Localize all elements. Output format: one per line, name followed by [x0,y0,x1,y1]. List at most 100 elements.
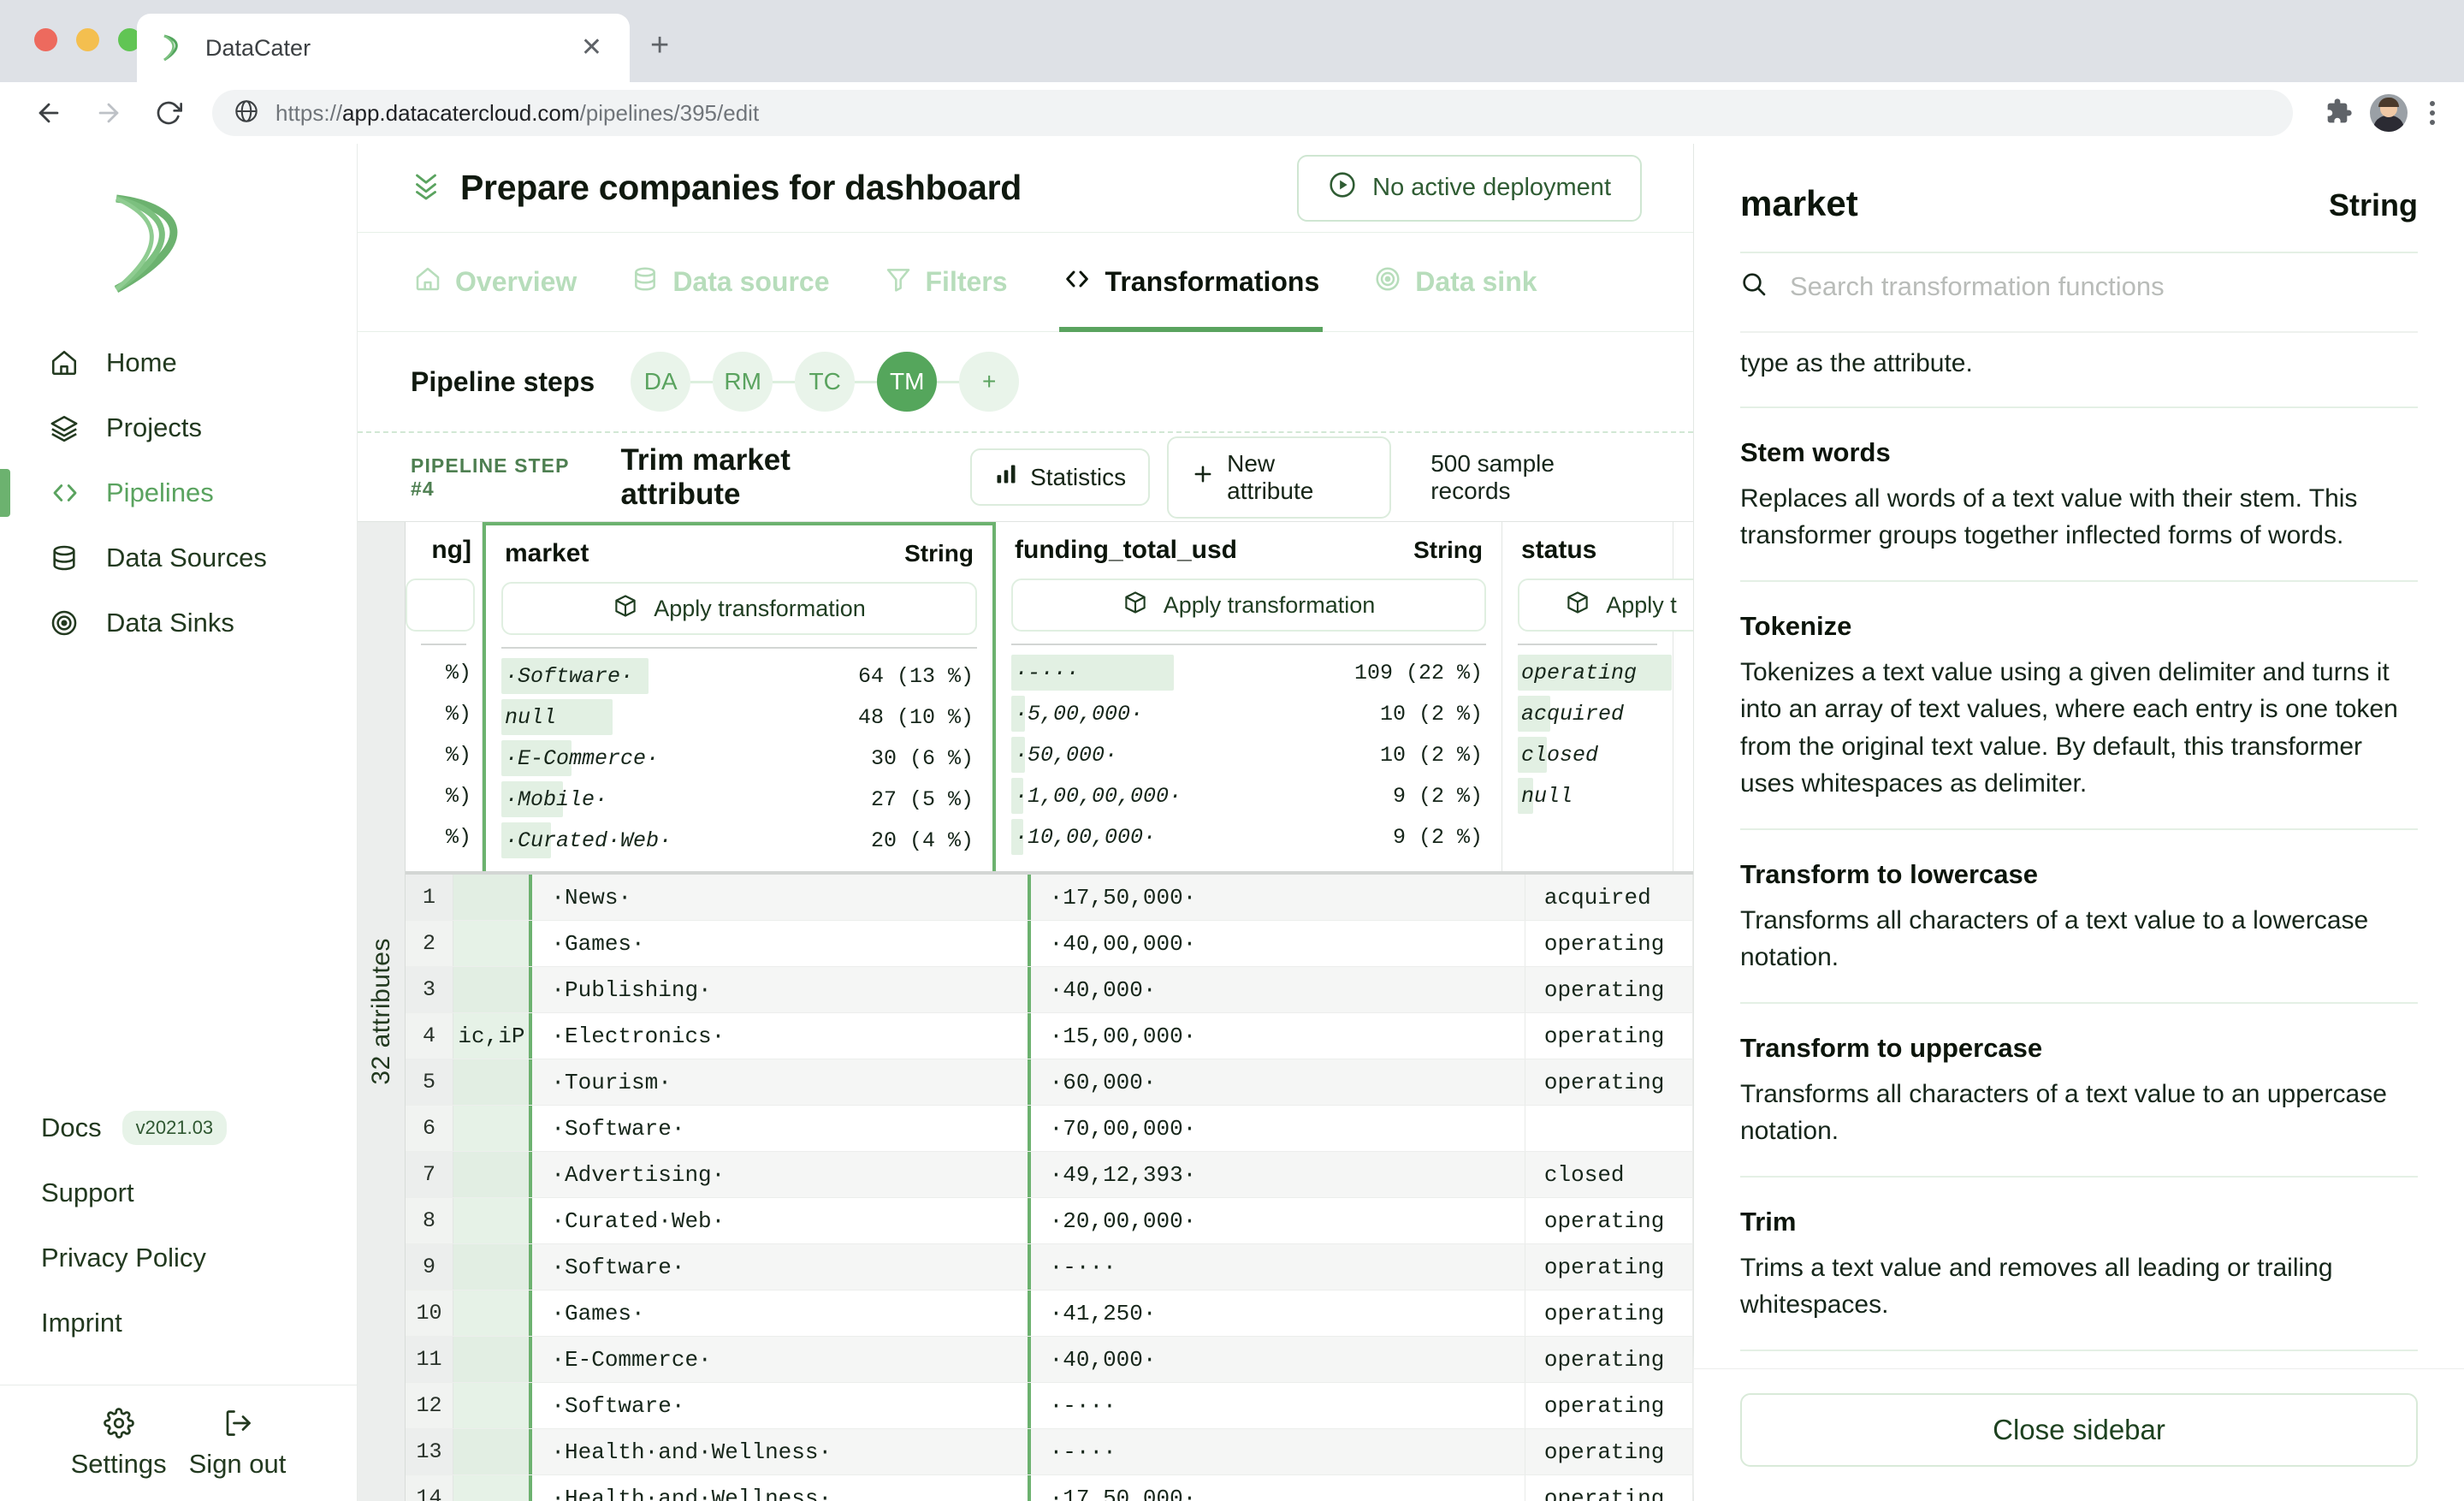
grid-column-market[interactable]: market String Apply transformation ·Soft… [483,522,996,871]
apply-transformation-button[interactable]: Apply transformation [501,582,977,635]
close-icon[interactable]: ✕ [576,35,607,61]
cell-market[interactable]: ·Software· [529,1383,1031,1428]
sidebar-item-privacy-policy[interactable]: Privacy Policy [0,1225,357,1290]
cell-status[interactable]: operating [1525,1337,1693,1382]
cell-status[interactable]: operating [1525,921,1693,966]
cell-previous-column[interactable] [453,1290,530,1336]
apply-transformation-button[interactable] [406,578,475,632]
pipeline-step-tc[interactable]: TC [795,352,856,412]
pipeline-step-tm[interactable]: TM [877,352,938,412]
cell-previous-column[interactable] [453,1429,530,1474]
cell-previous-column[interactable] [453,1475,530,1501]
cell-previous-column[interactable] [453,1198,530,1243]
table-row[interactable]: 2 ·Games· ·40,00,000· operating [406,921,1693,967]
pipeline-step-rm[interactable]: RM [713,352,773,412]
cell-status[interactable]: operating [1525,1383,1693,1428]
table-row[interactable]: 8 ·Curated·Web· ·20,00,000· operating [406,1198,1693,1244]
cell-previous-column[interactable]: ic,iP [453,1013,530,1059]
search-transformations-row[interactable]: Search transformation functions [1740,252,2418,333]
cell-previous-column[interactable] [453,875,530,920]
table-row[interactable]: 4 ic,iP ·Electronics· ·15,00,000· operating [406,1013,1693,1059]
cell-market[interactable]: ·Electronics· [529,1013,1031,1059]
cell-status[interactable] [1525,1106,1693,1151]
cell-market[interactable]: ·Publishing· [529,967,1031,1012]
sidebar-item-home[interactable]: Home [0,330,357,395]
cell-status[interactable]: acquired [1525,875,1693,920]
transformation-function-transform-to-lowercase[interactable]: Transform to lowercase Transforms all ch… [1740,828,2418,1002]
grid-scroll-area[interactable]: ng] %) %) %) %) %) market String Apply t… [406,522,1693,1501]
cell-funding-total-usd[interactable]: ·40,000· [1031,967,1525,1012]
cell-status[interactable]: operating [1525,1429,1693,1474]
table-row[interactable]: 3 ·Publishing· ·40,000· operating [406,967,1693,1013]
cell-market[interactable]: ·Health·and·Wellness· [529,1475,1031,1501]
sidebar-item-imprint[interactable]: Imprint [0,1290,357,1356]
cell-funding-total-usd[interactable]: ·41,250· [1031,1290,1525,1336]
arrow-right-icon[interactable] [86,90,132,136]
table-row[interactable]: 12 ·Software· ·-··· operating [406,1383,1693,1429]
statistics-button[interactable]: Statistics [970,448,1151,506]
cell-market[interactable]: ·Advertising· [529,1152,1031,1197]
cell-previous-column[interactable] [453,1383,530,1428]
transformation-function-transform-to-uppercase[interactable]: Transform to uppercase Transforms all ch… [1740,1001,2418,1176]
grid-column-status[interactable]: status Apply t operating acquired closed… [1502,522,1693,871]
puzzle-piece-icon[interactable] [2325,98,2353,129]
cell-market[interactable]: ·Curated·Web· [529,1198,1031,1243]
add-step-button[interactable]: + [959,352,1020,412]
sidebar-item-projects[interactable]: Projects [0,395,357,460]
cell-funding-total-usd[interactable]: ·-··· [1031,1244,1525,1290]
table-row[interactable]: 6 ·Software· ·70,00,000· [406,1106,1693,1152]
browser-tab[interactable]: DataCater ✕ [137,14,630,82]
table-row[interactable]: 7 ·Advertising· ·49,12,393· closed [406,1152,1693,1198]
apply-transformation-button[interactable]: Apply t [1518,578,1693,632]
apply-transformation-button[interactable]: Apply transformation [1011,578,1486,632]
transformation-function-tokenize[interactable]: Tokenize Tokenizes a text value using a … [1740,579,2418,828]
cell-funding-total-usd[interactable]: ·49,12,393· [1031,1152,1525,1197]
table-row[interactable]: 9 ·Software· ·-··· operating [406,1244,1693,1290]
transformation-function-stem-words[interactable]: Stem words Replaces all words of a text … [1740,406,2418,580]
cell-funding-total-usd[interactable]: ·40,000· [1031,1337,1525,1382]
cell-status[interactable]: operating [1525,1244,1693,1290]
cell-funding-total-usd[interactable]: ·70,00,000· [1031,1106,1525,1151]
cell-previous-column[interactable] [453,967,530,1012]
reload-icon[interactable] [145,90,192,136]
table-row[interactable]: 14 ·Health·and·Wellness· ·17,50,000· operat… [406,1475,1693,1501]
transformation-function-list[interactable]: type as the attribute. Stem words Replac… [1694,333,2464,1368]
grid-column-funding-total-usd[interactable]: funding_total_usd String Apply transform… [996,522,1502,871]
cell-status[interactable]: operating [1525,1290,1693,1336]
cell-funding-total-usd[interactable]: ·-··· [1031,1383,1525,1428]
minimize-window-button[interactable] [76,28,99,51]
sidebar-item-pipelines[interactable]: Pipelines [0,460,357,525]
sidebar-item-data-sinks[interactable]: Data Sinks [0,590,357,656]
cell-funding-total-usd[interactable]: ·40,00,000· [1031,921,1525,966]
cell-funding-total-usd[interactable]: ·15,00,000· [1031,1013,1525,1059]
cell-market[interactable]: ·News· [529,875,1031,920]
sidebar-item-support[interactable]: Support [0,1160,357,1225]
cell-funding-total-usd[interactable]: ·60,000· [1031,1059,1525,1105]
cell-market[interactable]: ·E-Commerce· [529,1337,1031,1382]
plus-icon[interactable]: + [650,29,669,62]
cell-market[interactable]: ·Software· [529,1244,1031,1290]
table-row[interactable]: 10 ·Games· ·41,250· operating [406,1290,1693,1337]
cell-previous-column[interactable] [453,1059,530,1105]
cell-market[interactable]: ·Tourism· [529,1059,1031,1105]
cell-funding-total-usd[interactable]: ·17,50,000· [1031,875,1525,920]
cell-market[interactable]: ·Games· [529,921,1031,966]
cell-status[interactable]: closed [1525,1152,1693,1197]
cell-previous-column[interactable] [453,921,530,966]
tab-overview[interactable]: Overview [411,233,580,331]
cell-status[interactable]: operating [1525,1198,1693,1243]
cell-status[interactable]: operating [1525,1059,1693,1105]
cell-previous-column[interactable] [453,1106,530,1151]
cell-previous-column[interactable] [453,1152,530,1197]
close-window-button[interactable] [34,28,57,51]
table-row[interactable]: 11 ·E-Commerce· ·40,000· operating [406,1337,1693,1383]
tab-data-sink[interactable]: Data sink [1371,233,1540,331]
table-row[interactable]: 1 ·News· ·17,50,000· acquired [406,875,1693,921]
sign-out-button[interactable]: Sign out [189,1408,286,1480]
tab-filters[interactable]: Filters [881,233,1011,331]
table-row[interactable]: 5 ·Tourism· ·60,000· operating [406,1059,1693,1106]
close-sidebar-button[interactable]: Close sidebar [1740,1393,2418,1467]
sidebar-item-data-sources[interactable]: Data Sources [0,525,357,590]
search-input[interactable]: Search transformation functions [1790,271,2418,302]
tab-transformations[interactable]: Transformations [1058,233,1324,332]
